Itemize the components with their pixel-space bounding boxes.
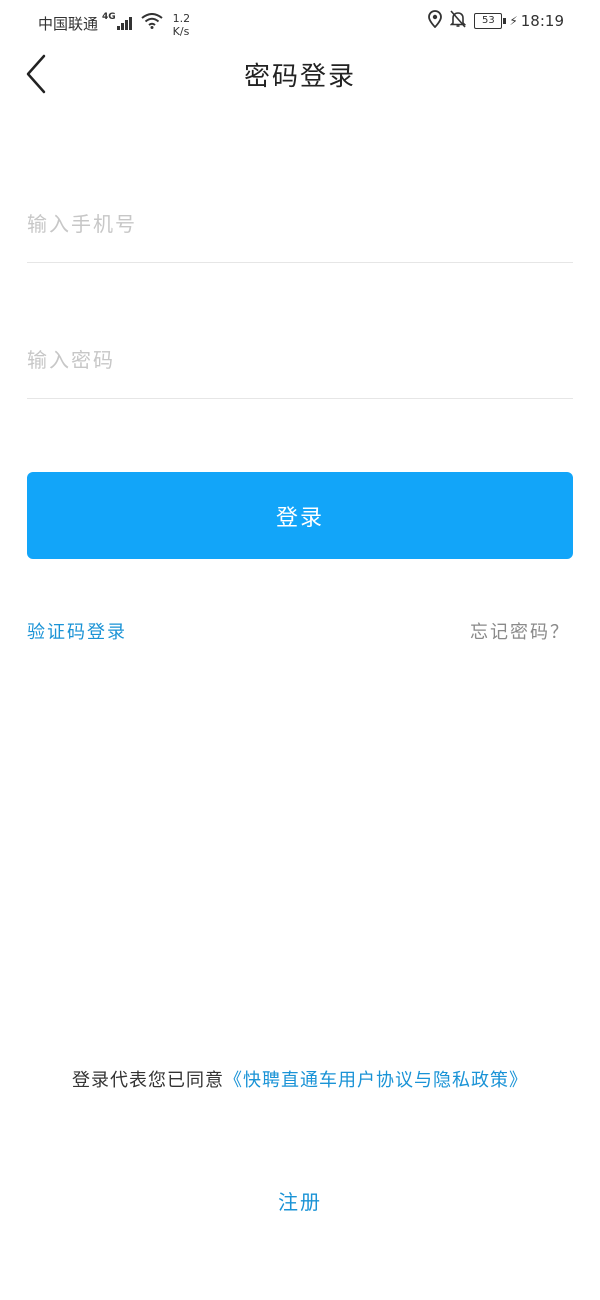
policy-link[interactable]: 《快聘直通车用户协议与隐私政策》 [224,1070,528,1091]
sms-login-link[interactable]: 验证码登录 [27,618,127,644]
status-left: 中国联通 4G 1.2 K/s [38,10,191,38]
location-icon [428,10,443,32]
carrier-name: 中国联通 [38,14,99,33]
signal-icon [116,16,133,30]
password-field [27,334,573,399]
mute-bell-icon [449,10,467,32]
agreement-text: 登录代表您已同意《快聘直通车用户协议与隐私政策》 [0,1066,600,1092]
wifi-icon [141,13,163,33]
phone-input[interactable] [27,212,573,236]
speed-unit: K/s [172,25,190,38]
phone-field [27,198,573,263]
network-speed: 1.2 K/s [173,12,191,38]
agreement-prefix: 登录代表您已同意 [72,1070,224,1091]
status-time: 18:19 [520,12,564,30]
charging-icon: ⚡ [509,14,518,28]
network-type: 4G [102,12,116,22]
battery-icon: 53 [474,13,507,29]
status-right: 53 ⚡ 18:19 [428,10,564,32]
login-button[interactable]: 登录 [27,472,573,559]
status-bar: 中国联通 4G 1.2 K/s 53 ⚡ 18:19 [0,0,600,42]
register-link[interactable]: 注册 [278,1190,322,1214]
speed-value: 1.2 [172,12,191,25]
register-area: 注册 [0,1186,600,1215]
forgot-password-link[interactable]: 忘记密码？ [470,618,570,644]
header: 密码登录 [0,42,600,106]
page-title: 密码登录 [243,62,356,92]
password-input[interactable] [27,348,573,372]
